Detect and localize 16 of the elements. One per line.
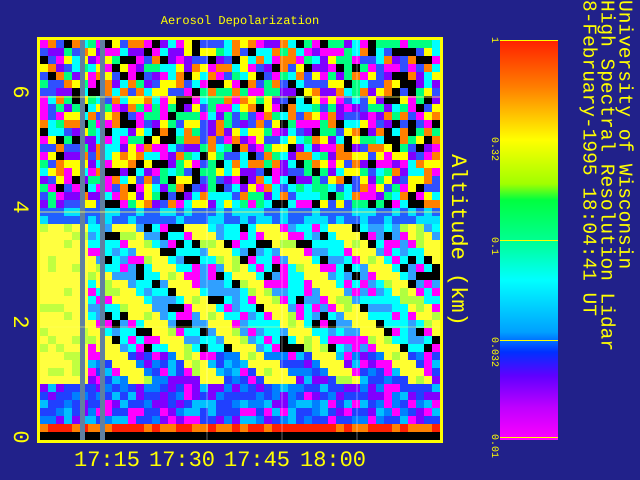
y-tick-label: 0 [8, 430, 30, 444]
colorbar-tick-label: 1 [488, 37, 498, 44]
y-tick-label: 4 [8, 200, 30, 214]
colorbar-tick-label: 0.32 [488, 137, 498, 162]
y-tick-label: 2 [8, 315, 30, 329]
x-tick-label: 17:30 [149, 450, 215, 472]
colorbar-tick-label: 0.1 [488, 237, 498, 256]
caption-line: 8-February-1995 18:04:41 UT [578, 0, 598, 316]
y-axis-label: Altitude (km) [446, 154, 468, 326]
x-tick-label: 17:45 [224, 450, 290, 472]
y-tick-label: 6 [8, 85, 30, 99]
x-tick-label: 18:00 [300, 450, 366, 472]
colorbar-tick-label: 0.01 [488, 434, 498, 458]
plot-title: Aerosol Depolarization [160, 15, 320, 27]
x-tick-label: 17:15 [74, 450, 140, 472]
colorbar-tick-label: 0.032 [488, 337, 498, 368]
